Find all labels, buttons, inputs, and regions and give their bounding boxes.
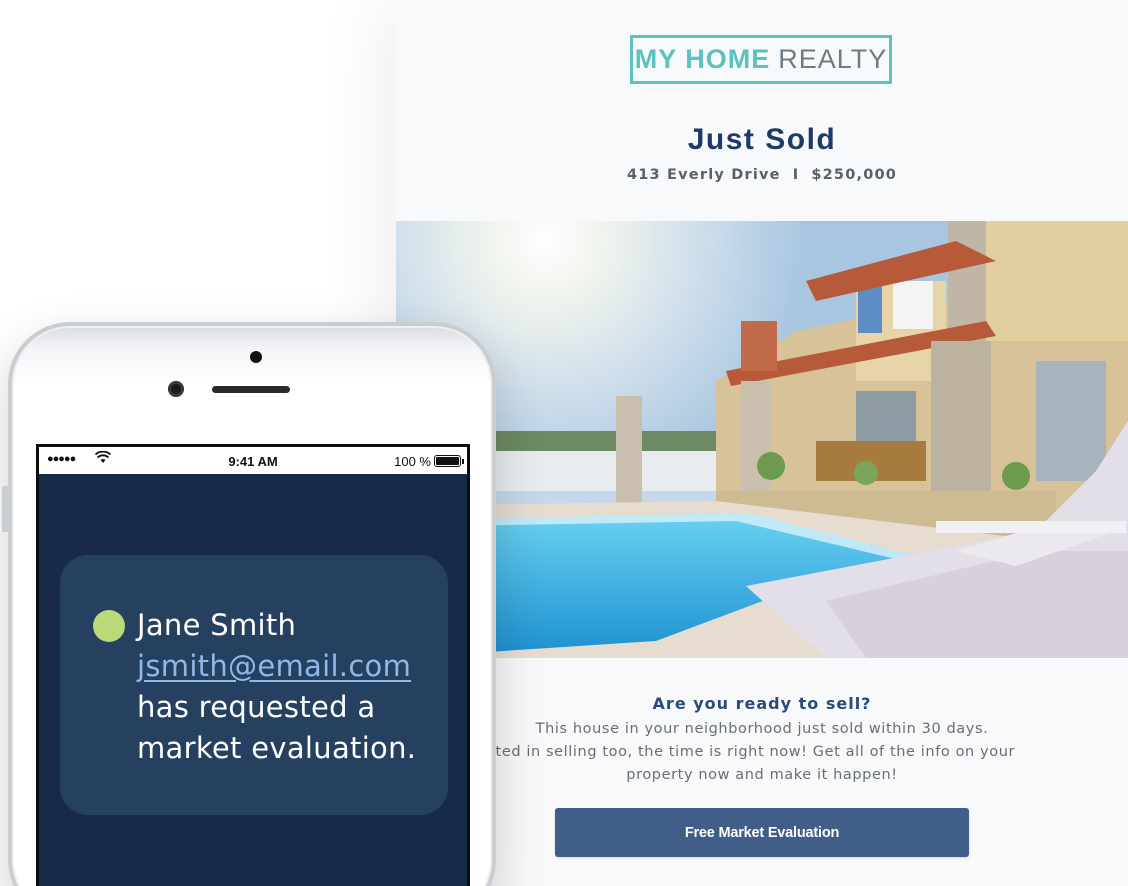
listing-subtitle: 413 Everly Drive I $250,000 bbox=[396, 167, 1128, 183]
contact-name: Jane Smith bbox=[137, 608, 297, 642]
notification-card[interactable]: Jane Smith jsmith@email.com has requeste… bbox=[60, 555, 448, 815]
status-dot-icon bbox=[93, 610, 125, 642]
proximity-sensor bbox=[250, 351, 262, 363]
logo-light-text: REALTY bbox=[778, 44, 888, 74]
contact-email-link[interactable]: jsmith@email.com bbox=[137, 646, 437, 687]
phone-device: ●●●●● 9:41 AM 100 % Jane Smith jsmith@em… bbox=[2, 322, 496, 886]
battery-icon bbox=[434, 455, 464, 467]
logo-bold-text: MY HOME bbox=[634, 44, 771, 74]
notification-line-3: has requested a bbox=[137, 690, 376, 724]
house-photo bbox=[396, 221, 1128, 658]
volume-button bbox=[2, 486, 10, 532]
email-title: Just Sold bbox=[687, 123, 837, 156]
body-line-1: This house in your neighborhood just sol… bbox=[535, 721, 989, 737]
subtitle-separator: I bbox=[792, 167, 800, 183]
listing-address: 413 Everly Drive bbox=[626, 167, 781, 183]
realty-logo: MY HOME REALTY bbox=[630, 35, 892, 84]
free-market-evaluation-button[interactable]: Free Market Evaluation bbox=[555, 808, 969, 857]
email-body: This house in your neighborhood just sol… bbox=[411, 718, 1058, 787]
status-bar: ●●●●● 9:41 AM 100 % bbox=[39, 447, 467, 474]
email-preview: MY HOME REALTY Just Sold 413 Everly Driv… bbox=[396, 0, 1128, 886]
listing-price: $250,000 bbox=[811, 167, 898, 183]
phone-screen: ●●●●● 9:41 AM 100 % Jane Smith jsmith@em… bbox=[36, 444, 470, 886]
front-camera-icon bbox=[168, 381, 184, 397]
sell-question: Are you ready to sell? bbox=[652, 694, 872, 713]
notification-text: Jane Smith jsmith@email.com has requeste… bbox=[137, 605, 437, 769]
notification-line-4: market evaluation. bbox=[137, 731, 417, 765]
earpiece-speaker bbox=[212, 386, 290, 393]
battery-percent: 100 % bbox=[394, 454, 431, 469]
body-line-3: property now and make it happen! bbox=[626, 767, 898, 783]
